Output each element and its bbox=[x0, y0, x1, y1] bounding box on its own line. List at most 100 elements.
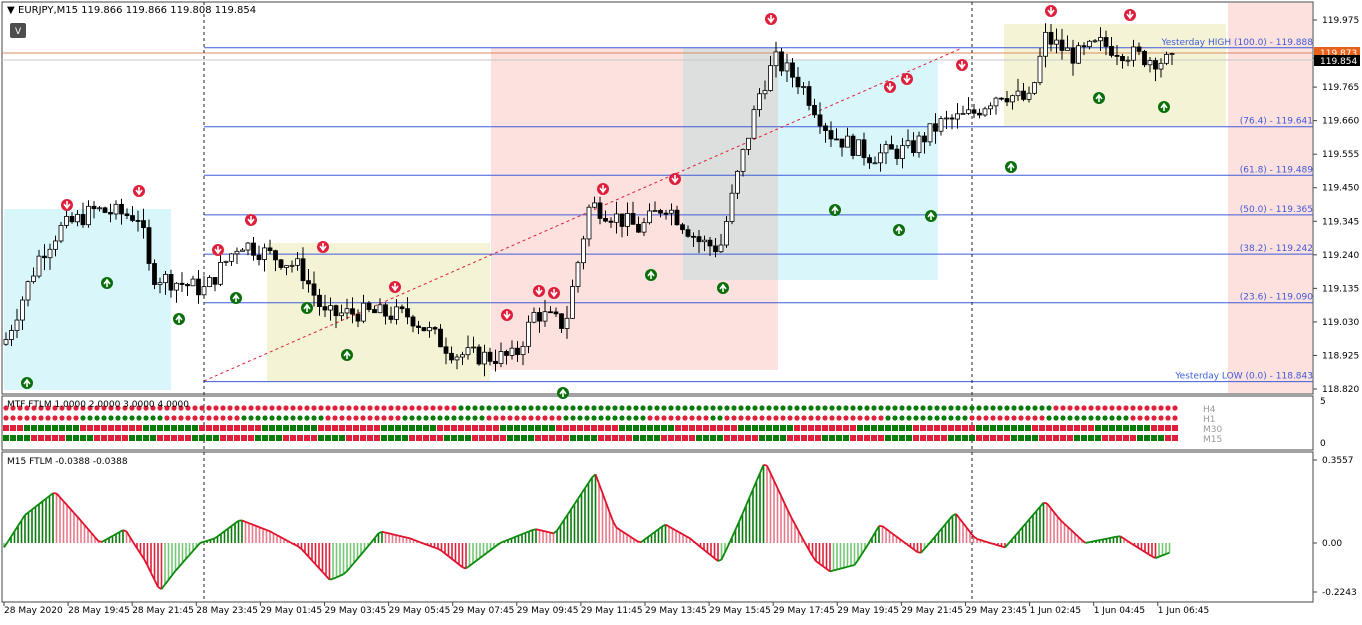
mtf-dot bbox=[304, 435, 310, 441]
ftlm-signal-line bbox=[431, 546, 435, 547]
current-price-tag-label: 119.854 bbox=[1320, 57, 1357, 67]
candle-body bbox=[560, 314, 564, 329]
mtf-dot bbox=[857, 415, 862, 420]
candle-body bbox=[807, 87, 811, 106]
mtf-dot bbox=[1123, 425, 1129, 431]
ftlm-signal-line bbox=[330, 579, 334, 580]
time-tick-label: 29 May 11:45 bbox=[581, 606, 643, 616]
mtf-dot bbox=[885, 435, 891, 441]
candle-body bbox=[323, 307, 327, 310]
mtf-dot bbox=[1067, 435, 1073, 441]
mtf-dot bbox=[276, 435, 282, 441]
mtf-dot bbox=[668, 415, 673, 420]
ftlm-signal-line bbox=[424, 544, 428, 545]
mtf-dot bbox=[752, 425, 758, 431]
ftlm-signal-line bbox=[396, 535, 400, 536]
mtf-dot bbox=[822, 415, 827, 420]
mtf-dot bbox=[220, 425, 226, 431]
candle-body bbox=[703, 240, 707, 242]
mtf-dot bbox=[1074, 405, 1079, 410]
candle-body bbox=[939, 119, 943, 132]
mtf-dot bbox=[605, 405, 610, 410]
mtf-dot bbox=[1109, 405, 1114, 410]
candle-body bbox=[252, 243, 256, 255]
mtf-dot bbox=[311, 425, 317, 431]
mtf-dot bbox=[766, 435, 772, 441]
candle-body bbox=[626, 213, 630, 226]
mtf-dot bbox=[787, 415, 792, 420]
price-tick-label: 119.135 bbox=[1322, 284, 1359, 294]
candle-body bbox=[98, 208, 102, 209]
chart-window[interactable]: Yesterday HIGH (100.0) - 119.888(76.4) -… bbox=[0, 0, 1362, 621]
mtf-row-label: H4 bbox=[1203, 405, 1216, 415]
mtf-dot bbox=[864, 415, 869, 420]
mtf-dot bbox=[171, 415, 176, 420]
mtf-panel-frame[interactable] bbox=[2, 396, 1313, 450]
mtf-dot bbox=[521, 405, 526, 410]
mtf-dot bbox=[892, 425, 898, 431]
mtf-dot bbox=[640, 435, 646, 441]
mtf-dot bbox=[864, 405, 869, 410]
ftlm-signal-line bbox=[211, 539, 215, 540]
mtf-dot bbox=[157, 435, 163, 441]
header-dropdown-icon[interactable]: ▼ bbox=[7, 5, 15, 16]
mtf-dot bbox=[10, 425, 16, 431]
mtf-dot bbox=[486, 435, 492, 441]
candle-body bbox=[472, 347, 476, 348]
candle-body bbox=[928, 124, 932, 142]
chart-canvas[interactable]: Yesterday HIGH (100.0) - 119.888(76.4) -… bbox=[0, 0, 1362, 621]
candle-body bbox=[43, 256, 47, 258]
mtf-dot bbox=[1088, 435, 1094, 441]
mtf-dot bbox=[220, 415, 225, 420]
candle-body bbox=[1060, 40, 1064, 50]
candle-body bbox=[59, 225, 63, 241]
candle-body bbox=[279, 260, 283, 268]
mtf-dot bbox=[318, 425, 324, 431]
mtf-dot bbox=[906, 405, 911, 410]
mtf-dot bbox=[633, 415, 638, 420]
mtf-dot bbox=[878, 415, 883, 420]
fib-label: (61.8) - 119.489 bbox=[1240, 165, 1314, 175]
mtf-dot bbox=[780, 425, 786, 431]
mtf-dot bbox=[304, 405, 309, 410]
mtf-dot bbox=[521, 435, 527, 441]
mtf-dot bbox=[500, 425, 506, 431]
mtf-dot bbox=[1004, 435, 1010, 441]
mtf-dot bbox=[1074, 435, 1080, 441]
mtf-dot bbox=[374, 435, 380, 441]
mtf-dot bbox=[955, 415, 960, 420]
mtf-dot bbox=[52, 435, 58, 441]
mtf-dot bbox=[689, 425, 695, 431]
ftlm-signal-line bbox=[403, 537, 407, 538]
mtf-dot bbox=[234, 435, 240, 441]
mtf-dot bbox=[598, 425, 604, 431]
candle-body bbox=[653, 210, 657, 211]
mtf-dot bbox=[927, 415, 932, 420]
mtf-dot bbox=[871, 405, 876, 410]
mtf-dot bbox=[731, 405, 736, 410]
candle-body bbox=[373, 310, 377, 313]
v-button-label[interactable]: V bbox=[15, 27, 22, 37]
mtf-dot bbox=[1172, 425, 1178, 431]
ftlm-panel-frame[interactable] bbox=[2, 452, 1313, 602]
ftlm-signal-line bbox=[1096, 540, 1100, 541]
ftlm-signal-line bbox=[386, 533, 390, 534]
mtf-dot bbox=[479, 435, 485, 441]
mtf-dot bbox=[381, 405, 386, 410]
mtf-dot bbox=[367, 435, 373, 441]
mtf-dot bbox=[269, 435, 275, 441]
candle-body bbox=[92, 206, 96, 208]
mtf-dot bbox=[885, 405, 890, 410]
mtf-dot bbox=[1081, 405, 1086, 410]
candle-body bbox=[1066, 48, 1070, 50]
mtf-dot bbox=[1074, 425, 1080, 431]
ftlm-signal-line bbox=[389, 533, 393, 534]
candle-body bbox=[934, 124, 938, 131]
mtf-dot bbox=[199, 405, 204, 410]
mtf-dot bbox=[976, 435, 982, 441]
candle-body bbox=[1099, 38, 1103, 41]
candle-body bbox=[1154, 61, 1158, 70]
candle-body bbox=[1170, 54, 1174, 55]
mtf-dot bbox=[920, 425, 926, 431]
mtf-dot bbox=[290, 405, 295, 410]
